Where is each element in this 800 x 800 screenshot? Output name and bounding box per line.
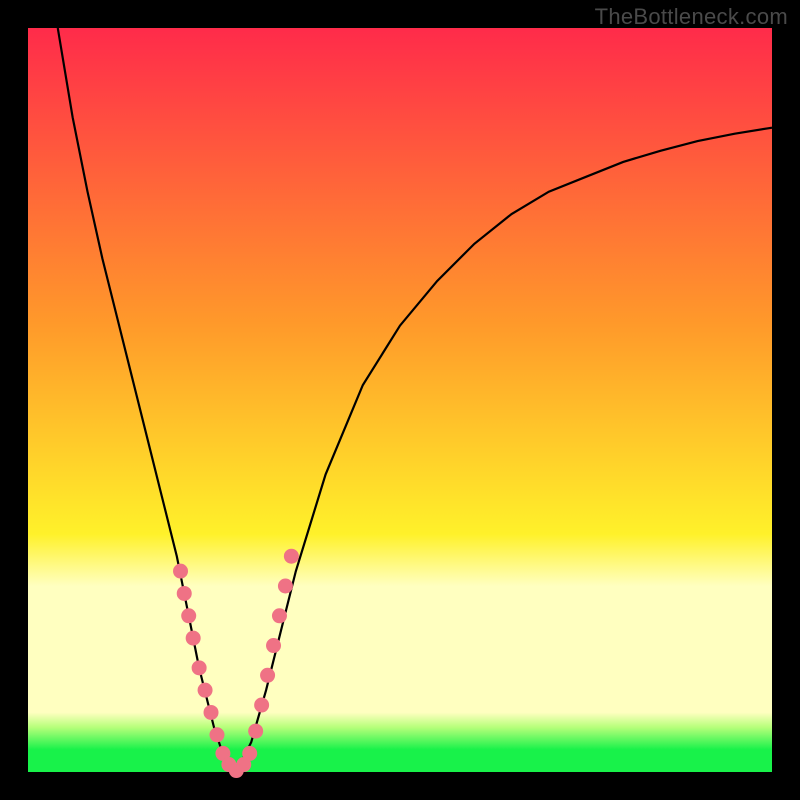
data-dot [177, 586, 192, 601]
data-dot [242, 746, 257, 761]
curve-left-branch [58, 28, 237, 772]
data-dot [192, 660, 207, 675]
data-dot [254, 698, 269, 713]
data-dot [204, 705, 219, 720]
data-dot [272, 608, 287, 623]
data-dot [198, 683, 213, 698]
data-dot [260, 668, 275, 683]
watermark-text: TheBottleneck.com [595, 4, 788, 30]
chart-svg [28, 28, 772, 772]
curve-right-branch [236, 128, 772, 772]
data-dot [278, 579, 293, 594]
data-dot [181, 608, 196, 623]
data-dot [284, 549, 299, 564]
data-dot [209, 727, 224, 742]
plot-area [28, 28, 772, 772]
outer-frame: TheBottleneck.com [0, 0, 800, 800]
data-dot [248, 724, 263, 739]
data-dot [186, 631, 201, 646]
data-dot [266, 638, 281, 653]
data-dot [173, 564, 188, 579]
